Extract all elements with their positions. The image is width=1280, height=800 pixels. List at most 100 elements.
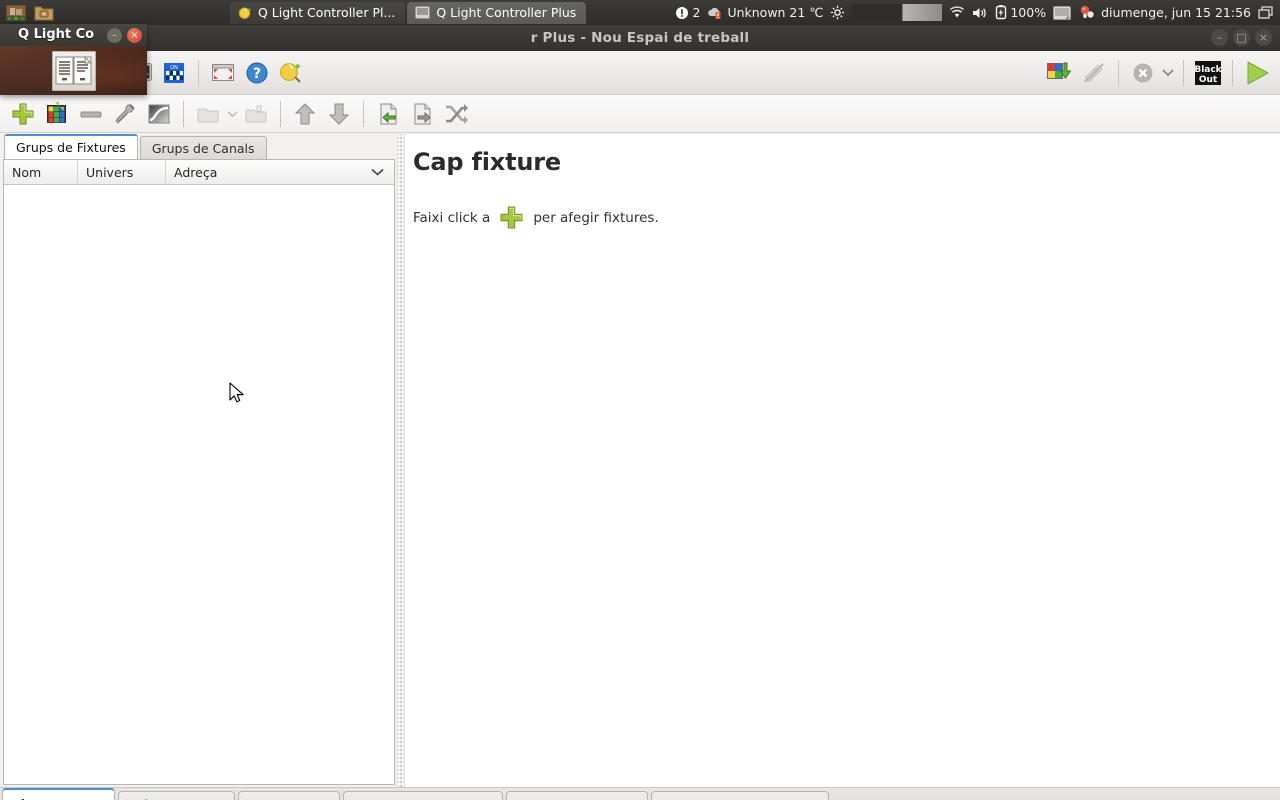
- unity-top-panel: Q Light Controller Pl... Q Light Control…: [0, 0, 1280, 25]
- chevron-down-icon[interactable]: [371, 168, 384, 177]
- clock-indicator[interactable]: diumenge, jun 15 21:56: [1101, 5, 1251, 20]
- tab-label: Grups de Fixtures: [16, 140, 126, 155]
- tab-shows[interactable]: Shows: [238, 791, 340, 800]
- tab-label: Grups de Canals: [151, 140, 255, 156]
- blackout-button[interactable]: Black Out: [1191, 56, 1225, 90]
- tab-grups-de-fixtures[interactable]: Grups de Fixtures: [4, 134, 138, 159]
- window-tab-label: Q Light Controller Pl...: [258, 5, 396, 20]
- move-down-button[interactable]: [322, 99, 356, 129]
- window-tab-label: Q Light Controller Plus: [436, 5, 577, 20]
- toolbar-separator: [280, 100, 281, 127]
- panel-launcher-icons: [0, 3, 55, 23]
- window-icon: [415, 6, 431, 19]
- pane-splitter[interactable]: [397, 134, 404, 787]
- address-tool-button[interactable]: ON: [157, 56, 191, 90]
- toolbar-separator: [363, 100, 364, 127]
- tab-fixtures[interactable]: Fixtures: [2, 788, 116, 800]
- hint-text-after: per afegir fixtures.: [533, 209, 659, 226]
- add-rgb-panel-button[interactable]: [40, 99, 74, 129]
- toolbar-separator: [1118, 59, 1119, 86]
- column-header-adreca[interactable]: Adreça: [166, 160, 394, 184]
- messages-indicator[interactable]: 2: [675, 5, 700, 20]
- maximize-button[interactable]: □: [1233, 29, 1250, 46]
- main-toolbar: ON ? Black Out: [0, 51, 1280, 95]
- toolbar-separator: [1232, 59, 1233, 86]
- fade-channels-button[interactable]: [142, 99, 176, 129]
- toolbar-separator: [198, 59, 199, 86]
- help-button[interactable]: ?: [240, 56, 274, 90]
- window-tab-1[interactable]: Q Light Controller Plus: [407, 1, 587, 24]
- wifi-icon[interactable]: [949, 6, 965, 19]
- column-header-nom[interactable]: Nom: [4, 160, 78, 184]
- fixture-group-list-body[interactable]: [4, 185, 394, 784]
- desktop-preview-icon[interactable]: [5, 3, 27, 23]
- volume-icon[interactable]: [972, 6, 988, 20]
- tab-entrades-sortides[interactable]: Entrades/Sortides: [651, 791, 829, 800]
- messages-count: 2: [692, 5, 701, 20]
- window-controls: – □ ×: [1211, 29, 1272, 46]
- about-button[interactable]: [274, 56, 308, 90]
- stop-all-button[interactable]: [1126, 56, 1160, 90]
- move-up-button[interactable]: [288, 99, 322, 129]
- stop-all-dropdown[interactable]: [1160, 56, 1176, 90]
- fixture-group-list[interactable]: Nom Univers Adreça: [3, 159, 395, 785]
- overlay-window[interactable]: Q Light Co – ×: [0, 24, 147, 95]
- overlay-window-titlebar[interactable]: Q Light Co – ×: [0, 24, 147, 46]
- operate-mode-button[interactable]: [1240, 56, 1274, 90]
- tab-grups-de-canals[interactable]: Grups de Canals: [139, 136, 267, 159]
- dump-dmx-button[interactable]: [1043, 56, 1077, 90]
- user-session-icon[interactable]: [1078, 5, 1094, 20]
- qlc-lemon-icon: [238, 6, 252, 20]
- add-fixture-button[interactable]: [6, 99, 40, 129]
- fixture-groups-pane: Grups de Fixtures Grups de Canals Nom Un…: [0, 134, 397, 787]
- display-icon[interactable]: [1053, 5, 1072, 20]
- ungroup-button[interactable]: [239, 99, 273, 129]
- add-group-dropdown[interactable]: [225, 99, 239, 129]
- import-button[interactable]: [371, 99, 405, 129]
- window-title: r Plus - Nou Espai de treball: [530, 30, 750, 46]
- weather-warning-icon: [707, 6, 724, 20]
- group-tabstrip: Grups de Fixtures Grups de Canals: [0, 134, 397, 159]
- toolbar-separator: [183, 100, 184, 127]
- fixture-properties-button[interactable]: [108, 99, 142, 129]
- panel-window-tabs: Q Light Controller Pl... Q Light Control…: [230, 1, 587, 24]
- tab-consola-virtual[interactable]: Consola Virtual: [342, 791, 504, 800]
- svg-text:Out: Out: [1199, 75, 1218, 85]
- overlay-close-button[interactable]: ×: [127, 27, 142, 43]
- add-group-button[interactable]: [191, 99, 225, 129]
- arrow-pointer-icon: [229, 382, 247, 406]
- overlay-window-title: Q Light Co: [18, 27, 95, 42]
- main-tabbar: Fixtures Funcions: [0, 787, 1280, 800]
- window-tab-0[interactable]: Q Light Controller Pl...: [230, 1, 406, 24]
- window-titlebar[interactable]: r Plus - Nou Espai de treball – □ ×: [0, 25, 1280, 51]
- battery-indicator[interactable]: 100%: [995, 5, 1046, 20]
- qlc-main-window: r Plus - Nou Espai de treball – □ × ON ?…: [0, 25, 1280, 800]
- battery-charging-icon: [995, 5, 1007, 20]
- remove-fixture-button[interactable]: [74, 99, 108, 129]
- close-button[interactable]: ×: [1255, 29, 1272, 46]
- screen-root: Q Light Controller Pl... Q Light Control…: [0, 0, 1280, 800]
- overlay-window-body: [0, 46, 147, 95]
- live-edit-button[interactable]: [1077, 56, 1111, 90]
- remap-button[interactable]: [439, 99, 473, 129]
- tab-funcions[interactable]: Funcions: [118, 791, 235, 800]
- workspace-split: Grups de Fixtures Grups de Canals Nom Un…: [0, 134, 1280, 787]
- minimize-button[interactable]: –: [1211, 29, 1228, 46]
- weather-label: Unknown 21 ℃: [727, 5, 824, 20]
- book-document-icon: [51, 50, 96, 91]
- folder-icon[interactable]: [33, 3, 55, 23]
- tab-taula-simple[interactable]: Taula Simple: [506, 791, 649, 800]
- fixture-detail-pane: Cap fixture Faixi click a per afegir fix…: [404, 134, 1280, 787]
- workspace-switcher-icon[interactable]: [1258, 5, 1274, 20]
- brightness-slider[interactable]: [852, 4, 943, 21]
- plus-green-icon: [498, 204, 525, 231]
- brightness-icon[interactable]: [830, 5, 845, 20]
- export-button[interactable]: [405, 99, 439, 129]
- fixture-toolbar: [0, 95, 1280, 133]
- column-header-univers[interactable]: Univers: [78, 160, 166, 184]
- overlay-minimize-button[interactable]: –: [107, 27, 122, 43]
- fullscreen-button[interactable]: [206, 56, 240, 90]
- weather-indicator[interactable]: Unknown 21 ℃: [707, 5, 823, 20]
- svg-text:?: ?: [253, 66, 261, 82]
- empty-state-hint: Faixi click a per afegir fixtures.: [413, 204, 1280, 231]
